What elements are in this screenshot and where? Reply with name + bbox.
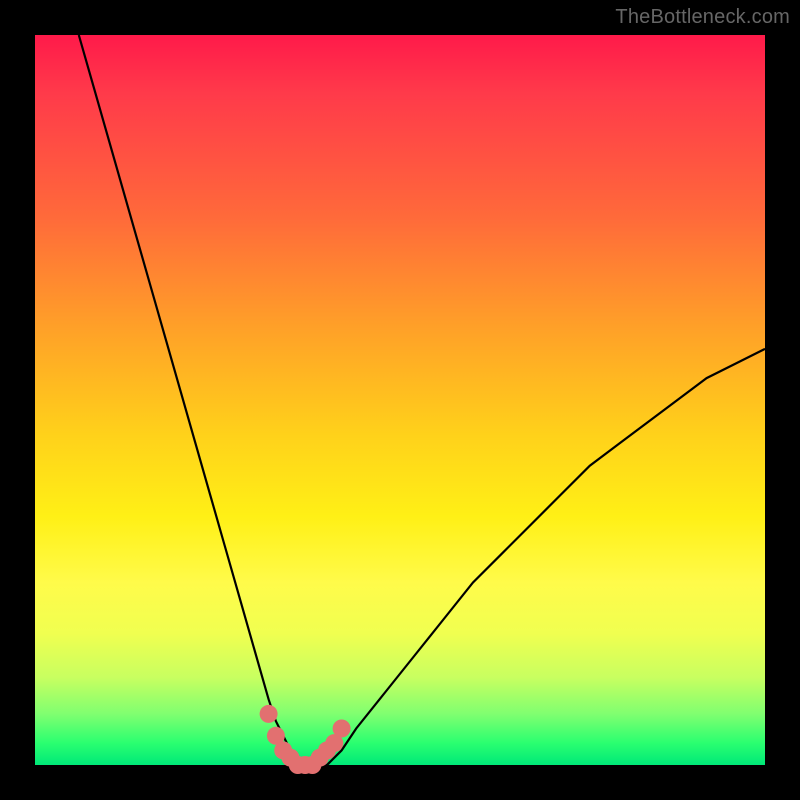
valley-markers <box>260 705 351 774</box>
chart-frame: TheBottleneck.com <box>0 0 800 800</box>
valley-marker <box>333 720 351 738</box>
plot-area <box>35 35 765 765</box>
curve-svg <box>35 35 765 765</box>
bottleneck-curve <box>79 35 765 765</box>
valley-marker <box>260 705 278 723</box>
watermark-text: TheBottleneck.com <box>615 6 790 29</box>
